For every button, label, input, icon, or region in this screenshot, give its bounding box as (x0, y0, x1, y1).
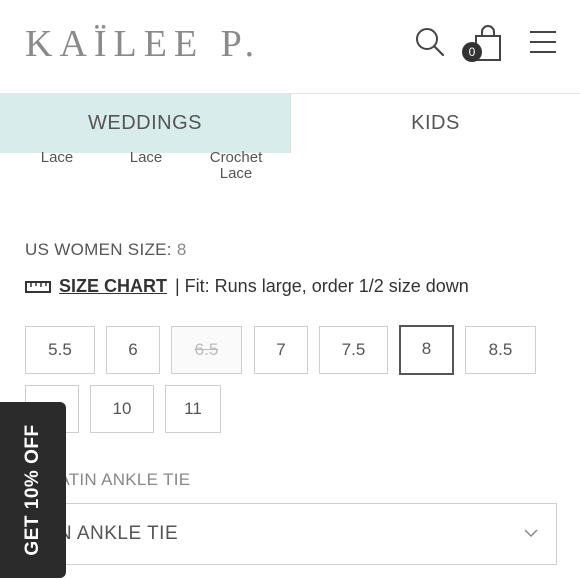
ruler-icon (25, 280, 51, 293)
discount-promo-tab[interactable]: GET 10% OFF (0, 402, 66, 578)
size-heading-value: 8 (176, 240, 187, 259)
size-heading: US WOMEN SIZE: 8 (25, 240, 187, 260)
size-option-8[interactable]: 8 (399, 325, 454, 375)
size-option-7-5[interactable]: 7.5 (319, 326, 388, 374)
size-chart-row: SIZE CHART | Fit: Runs large, order 1/2 … (25, 276, 469, 297)
hamburger-menu-icon[interactable] (528, 28, 558, 56)
style-select[interactable]: TIN ANKLE TIE (25, 503, 557, 565)
promo-label: GET 10% OFF (22, 424, 43, 556)
size-option-7[interactable]: 7 (254, 326, 308, 374)
brand-logo[interactable]: KAÏLEE P. (25, 22, 261, 66)
swatch-label[interactable]: Crochet Lace (200, 150, 272, 182)
size-option-5-5[interactable]: 5.5 (25, 326, 95, 374)
size-heading-label: US WOMEN SIZE: (25, 240, 172, 259)
fit-note: | Fit: Runs large, order 1/2 size down (175, 276, 469, 296)
size-option-6[interactable]: 6 (106, 326, 160, 374)
search-icon[interactable] (414, 26, 446, 58)
tab-weddings[interactable]: WEDDINGS (0, 94, 290, 153)
chevron-down-icon (524, 529, 538, 538)
size-option-11[interactable]: 11 (165, 385, 221, 433)
size-option-10[interactable]: 10 (90, 385, 154, 433)
category-tabs: WEDDINGS KIDS (0, 93, 580, 153)
site-header: KAÏLEE P. 0 (0, 0, 580, 92)
cart-button[interactable]: 0 (462, 24, 504, 64)
swatch-label[interactable]: Lace (123, 150, 169, 166)
tab-kids[interactable]: KIDS (290, 94, 580, 153)
cart-count-badge: 0 (462, 42, 482, 62)
swatch-label[interactable]: Lace (35, 150, 79, 166)
size-option-8-5[interactable]: 8.5 (465, 326, 536, 374)
size-option-6-5[interactable]: 6.5 (171, 326, 242, 374)
size-chart-link[interactable]: SIZE CHART (59, 276, 167, 297)
